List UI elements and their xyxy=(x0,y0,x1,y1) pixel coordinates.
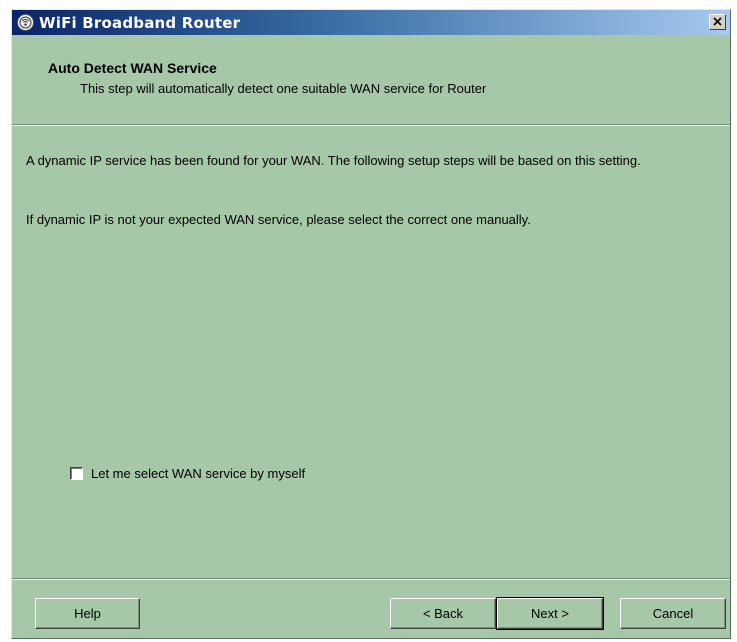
manual-select-checkbox[interactable] xyxy=(70,467,83,480)
manual-select-label[interactable]: Let me select WAN service by myself xyxy=(91,466,305,481)
detection-result-text: A dynamic IP service has been found for … xyxy=(26,153,641,168)
step-title: Auto Detect WAN Service xyxy=(48,60,217,76)
close-icon xyxy=(713,13,722,31)
manual-select-option[interactable]: Let me select WAN service by myself xyxy=(70,466,305,481)
help-button[interactable]: Help xyxy=(35,598,140,629)
next-button[interactable]: Next > xyxy=(496,597,604,630)
wizard-window: WiFi Broadband Router Auto Detect WAN Se… xyxy=(11,9,731,639)
title-bar: WiFi Broadband Router xyxy=(12,10,730,35)
step-subtitle: This step will automatically detect one … xyxy=(80,81,487,96)
close-button[interactable] xyxy=(709,14,726,30)
window-title: WiFi Broadband Router xyxy=(39,14,241,32)
manual-hint-text: If dynamic IP is not your expected WAN s… xyxy=(26,212,531,227)
footer-divider xyxy=(12,578,730,580)
header-divider xyxy=(12,124,730,126)
cancel-button[interactable]: Cancel xyxy=(620,598,726,629)
router-globe-icon xyxy=(17,14,34,31)
back-button[interactable]: < Back xyxy=(390,598,496,629)
